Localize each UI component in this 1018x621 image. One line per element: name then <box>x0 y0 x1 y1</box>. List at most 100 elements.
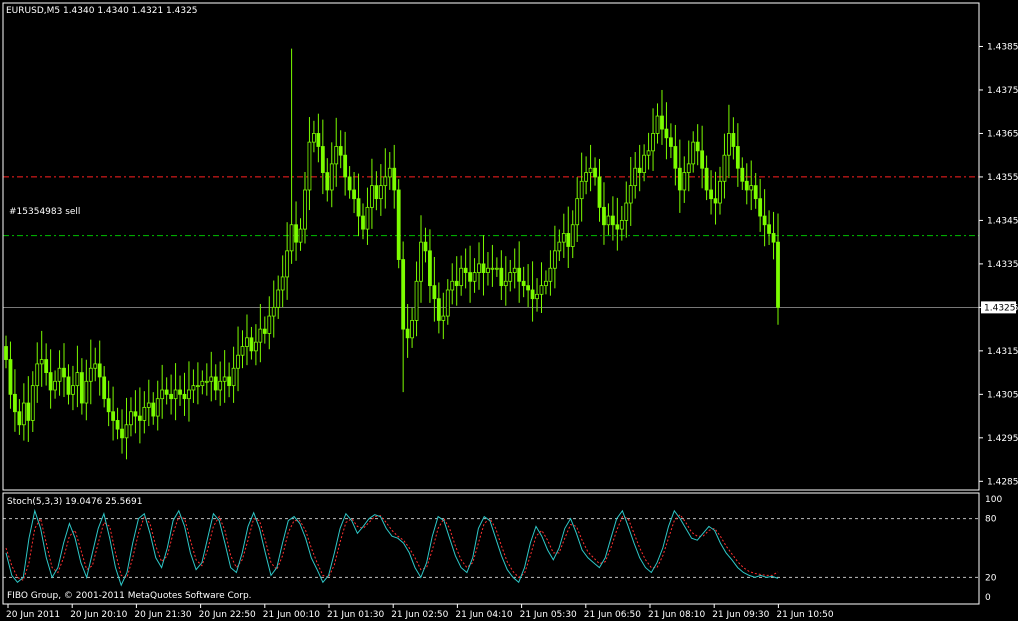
price-tick-label: 1.4285 <box>987 477 1018 487</box>
price-tick-label: 1.4345 <box>987 216 1018 226</box>
candle <box>753 172 758 209</box>
candle <box>450 263 455 305</box>
candle <box>637 144 642 192</box>
time-tick-label: 21 Jun 05:30 <box>520 610 577 620</box>
stochastic-pane[interactable] <box>3 508 979 587</box>
candle <box>378 164 383 216</box>
candle <box>39 330 44 387</box>
candle <box>115 407 120 440</box>
candle <box>695 124 700 166</box>
candle <box>512 248 517 289</box>
candle <box>615 197 620 251</box>
candle <box>445 279 450 325</box>
candle <box>606 203 611 235</box>
candle <box>191 369 196 403</box>
candle <box>588 144 593 192</box>
stoch-tick-label: 100 <box>985 495 1002 505</box>
price-tick-label: 1.4295 <box>987 434 1018 444</box>
price-tick-label: 1.4315 <box>987 347 1018 357</box>
candle <box>593 157 597 186</box>
candle <box>62 343 66 398</box>
time-tick-label: 21 Jun 02:50 <box>391 610 448 620</box>
candle <box>682 156 687 203</box>
candle <box>276 275 281 319</box>
candle <box>137 387 142 444</box>
candle <box>718 166 722 215</box>
candle <box>120 409 124 454</box>
candle <box>48 349 53 409</box>
candle <box>548 250 553 296</box>
candle <box>503 256 508 306</box>
candle <box>262 316 267 344</box>
price-tick-label: 1.4365 <box>987 129 1018 139</box>
price-tick-label: 1.4305 <box>987 390 1018 400</box>
candle <box>204 363 209 396</box>
candle <box>771 211 776 260</box>
candle <box>673 124 678 186</box>
candle <box>347 166 352 199</box>
candle <box>713 171 718 225</box>
time-tick-label: 20 Jun 2011 <box>6 610 60 620</box>
candle <box>102 366 107 408</box>
candle <box>517 241 522 303</box>
candle <box>646 132 651 170</box>
candle <box>508 259 513 292</box>
candle <box>79 358 84 415</box>
candle <box>776 213 780 325</box>
candle <box>561 213 566 258</box>
trading-chart[interactable]: 1.4385 1.4375 1.4365 1.4355 1.4345 1.4335 1.43… <box>0 0 1018 621</box>
candle <box>526 264 531 308</box>
candle <box>289 48 294 264</box>
time-tick-label: 21 Jun 04:10 <box>455 610 512 620</box>
price-pane[interactable] <box>3 48 979 460</box>
candle <box>57 350 62 396</box>
candle <box>44 343 49 386</box>
candle <box>320 119 325 195</box>
candle <box>338 130 343 169</box>
candle <box>343 131 348 196</box>
candle <box>151 392 156 425</box>
candle <box>633 152 638 199</box>
candle <box>762 189 767 247</box>
candle <box>499 250 504 301</box>
candle <box>664 102 669 160</box>
candle <box>722 133 727 199</box>
candle <box>178 375 182 406</box>
candle <box>173 363 178 421</box>
candle <box>294 201 298 261</box>
candle <box>356 173 361 237</box>
candle <box>642 144 647 182</box>
candle <box>240 330 245 369</box>
candle <box>35 342 40 403</box>
candle <box>21 383 26 441</box>
stoch-frame <box>2 492 980 605</box>
candle <box>570 210 575 259</box>
candle <box>155 380 160 431</box>
candle <box>17 399 22 435</box>
candle <box>405 304 410 358</box>
candle <box>249 326 254 360</box>
candle <box>88 339 93 405</box>
candle <box>71 365 75 411</box>
candle <box>187 361 191 422</box>
candle <box>486 252 490 286</box>
candle <box>160 364 165 419</box>
time-tick-label: 20 Jun 20:10 <box>70 610 127 620</box>
candle <box>441 292 446 340</box>
candle <box>419 215 423 303</box>
candle <box>26 376 31 442</box>
candle <box>767 210 771 245</box>
candle <box>4 335 8 369</box>
candle <box>494 257 499 277</box>
candle <box>472 258 477 293</box>
candle <box>253 324 258 366</box>
candle <box>477 242 481 290</box>
price-tick-label: 1.4385 <box>987 42 1018 52</box>
candle <box>84 359 89 421</box>
candle <box>325 158 330 202</box>
candle <box>396 179 401 269</box>
candle <box>414 261 419 337</box>
candle <box>13 369 17 432</box>
candle <box>557 229 562 261</box>
candle <box>744 163 749 205</box>
